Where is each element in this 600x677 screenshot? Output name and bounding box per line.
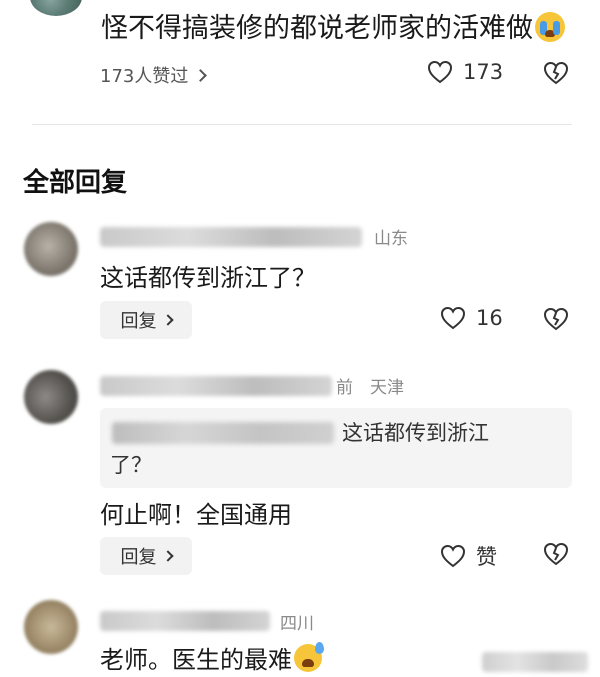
reply-text-content: 老师。医生的最难 (100, 646, 292, 674)
redacted-username (100, 611, 270, 631)
heart-icon (440, 306, 466, 330)
broken-heart-icon (543, 307, 569, 331)
heart-icon (440, 544, 466, 568)
comment-text: 怪不得搞装修的都说老师家的活难做 (101, 6, 565, 45)
like-count: 173 (463, 60, 504, 84)
broken-heart-icon (543, 542, 569, 566)
reply-button-label: 回复 (120, 547, 157, 568)
reply-text: 这话都传到浙江了？ (100, 264, 316, 292)
quoted-text-continued: 了？ (110, 453, 152, 477)
divider (32, 124, 572, 125)
likes-list-link[interactable]: 173人赞过 (100, 62, 208, 88)
section-title: 全部回复 (23, 168, 128, 198)
reply-button-label: 回复 (120, 311, 157, 332)
location-label: 四川 (280, 614, 314, 634)
location-label: 山东 (374, 229, 408, 249)
redacted-quoted-username (112, 422, 334, 444)
like-action[interactable]: 16 (440, 306, 503, 330)
likes-link-label: 173人赞过 (100, 66, 189, 87)
like-action[interactable]: 赞 (440, 541, 497, 571)
chevron-right-icon (194, 68, 208, 82)
redacted-username (100, 376, 332, 396)
quoted-text: 这话都传到浙江 (342, 421, 489, 445)
reply-text: 老师。医生的最难 (100, 640, 324, 675)
quoted-reply[interactable] (100, 408, 572, 488)
like-count: 16 (476, 306, 503, 330)
heart-icon (427, 60, 453, 84)
location-label: 天津 (370, 378, 404, 398)
crying-face-icon (535, 12, 565, 42)
dislike-button[interactable] (543, 61, 569, 89)
avatar[interactable] (24, 600, 78, 654)
redacted-username (100, 227, 362, 247)
time-fragment: 前 (336, 378, 353, 398)
dislike-button[interactable] (543, 307, 569, 335)
reply-button[interactable]: 回复 (100, 301, 192, 339)
reply-text: 何止啊！全国通用 (100, 501, 292, 529)
like-action[interactable]: 173 (427, 60, 503, 84)
sweat-face-icon (294, 642, 324, 672)
reply-button[interactable]: 回复 (100, 537, 192, 575)
avatar[interactable] (24, 370, 78, 424)
chevron-right-icon (161, 314, 174, 326)
broken-heart-icon (543, 61, 569, 85)
avatar[interactable] (30, 0, 82, 16)
redacted-meta (482, 652, 588, 672)
chevron-right-icon (161, 550, 174, 562)
avatar[interactable] (24, 222, 78, 276)
like-label: 赞 (476, 545, 497, 569)
dislike-button[interactable] (543, 542, 569, 570)
